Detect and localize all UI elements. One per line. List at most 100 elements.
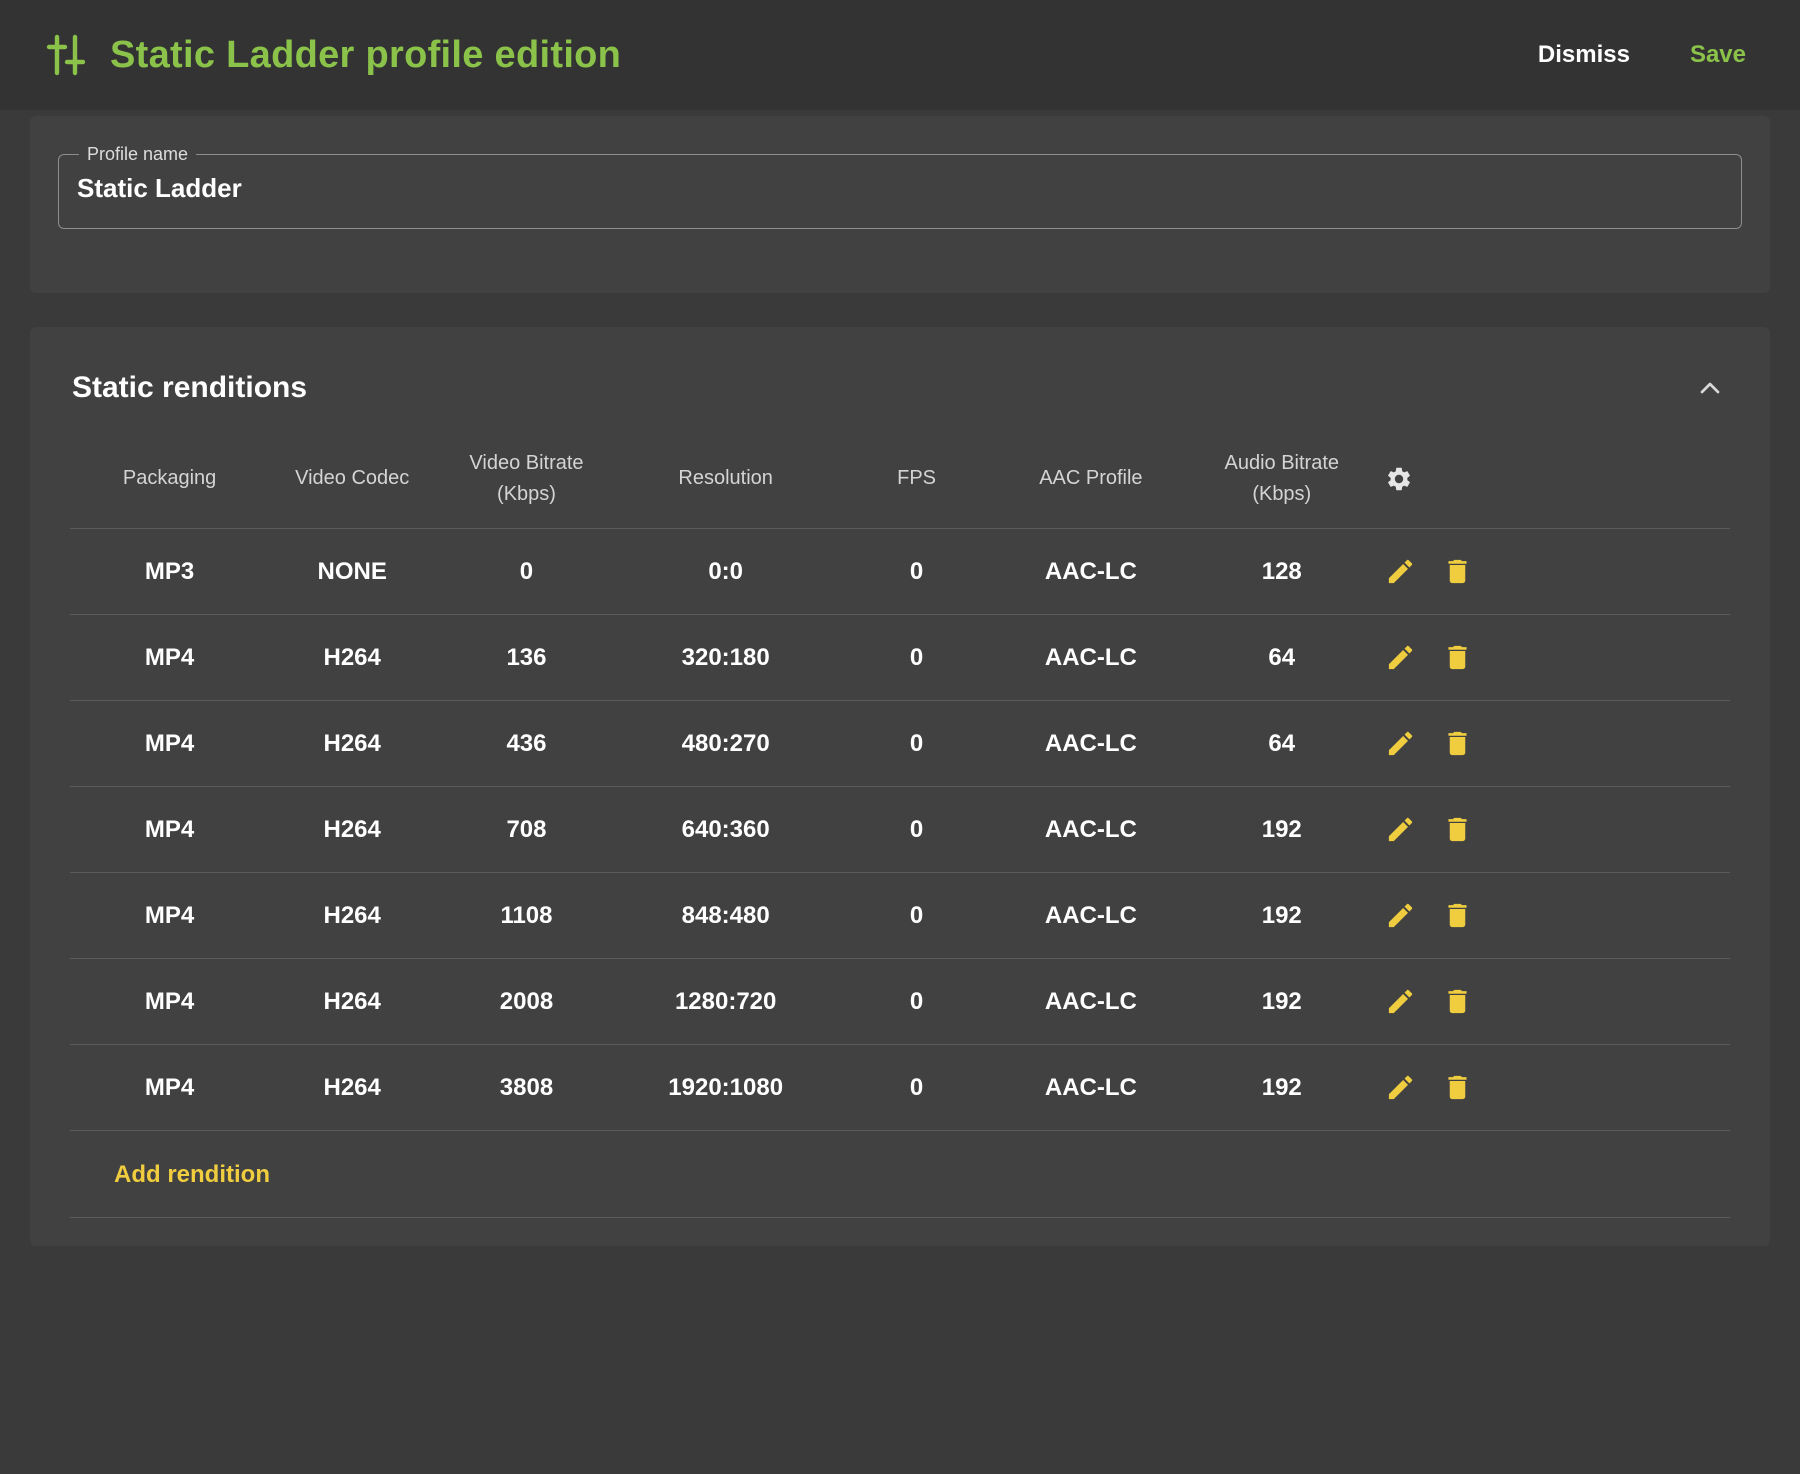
trash-icon [1442, 642, 1473, 673]
trash-icon [1442, 556, 1473, 587]
edit-rendition-button[interactable] [1385, 814, 1416, 845]
renditions-rows: MP3NONE00:00AAC-LC128MP4H264136320:1800A… [70, 529, 1730, 1131]
renditions-card: Static renditions PackagingVideo CodecVi… [30, 327, 1770, 1246]
row-actions [1381, 728, 1730, 759]
row-actions [1381, 986, 1730, 1017]
columns-settings-button[interactable] [1385, 465, 1413, 493]
cell-packaging: MP4 [70, 644, 269, 672]
cell-audio-bitrate: 192 [1182, 902, 1381, 930]
cell-packaging: MP4 [70, 988, 269, 1016]
cell-video-bitrate: 2008 [435, 988, 618, 1016]
cell-video-bitrate: 3808 [435, 1074, 618, 1102]
cell-packaging: MP4 [70, 816, 269, 844]
delete-rendition-button[interactable] [1442, 642, 1473, 673]
edit-rendition-button[interactable] [1385, 728, 1416, 759]
pencil-icon [1385, 728, 1416, 759]
table-row: MP4H26438081920:10800AAC-LC192 [70, 1045, 1730, 1131]
column-header-audio-bitrate: Audio Bitrate(Kbps) [1182, 448, 1381, 510]
cell-resolution: 1920:1080 [618, 1074, 834, 1102]
cell-resolution: 640:360 [618, 816, 834, 844]
cell-audio-bitrate: 128 [1182, 558, 1381, 586]
trash-icon [1442, 728, 1473, 759]
cell-video-codec: H264 [269, 644, 435, 672]
cell-aac-profile: AAC-LC [1000, 1074, 1183, 1102]
cell-video-bitrate: 708 [435, 816, 618, 844]
edit-rendition-button[interactable] [1385, 556, 1416, 587]
collapse-button[interactable] [1694, 371, 1728, 405]
table-footer: Add rendition [70, 1131, 1730, 1218]
cell-aac-profile: AAC-LC [1000, 730, 1183, 758]
row-actions [1381, 556, 1730, 587]
topbar-actions: Dismiss Save [1538, 41, 1758, 69]
profile-card: Profile name [30, 116, 1770, 293]
cell-fps: 0 [834, 988, 1000, 1016]
row-actions [1381, 900, 1730, 931]
cell-packaging: MP4 [70, 730, 269, 758]
cell-video-codec: H264 [269, 730, 435, 758]
cell-resolution: 0:0 [618, 558, 834, 586]
renditions-header: Static renditions [70, 363, 1730, 415]
edit-rendition-button[interactable] [1385, 1072, 1416, 1103]
cell-fps: 0 [834, 902, 1000, 930]
pencil-icon [1385, 1072, 1416, 1103]
column-header-resolution: Resolution [618, 463, 834, 494]
column-header-actions [1381, 465, 1730, 493]
cell-aac-profile: AAC-LC [1000, 902, 1183, 930]
cell-video-codec: H264 [269, 988, 435, 1016]
cell-fps: 0 [834, 558, 1000, 586]
cell-audio-bitrate: 192 [1182, 816, 1381, 844]
delete-rendition-button[interactable] [1442, 1072, 1473, 1103]
profile-name-label: Profile name [79, 144, 196, 165]
cell-video-bitrate: 1108 [435, 902, 618, 930]
cell-video-codec: H264 [269, 816, 435, 844]
table-row: MP4H264436480:2700AAC-LC64 [70, 701, 1730, 787]
edit-rendition-button[interactable] [1385, 642, 1416, 673]
trash-icon [1442, 900, 1473, 931]
cell-video-codec: NONE [269, 558, 435, 586]
page-title: Static Ladder profile edition [110, 34, 1538, 77]
pencil-icon [1385, 814, 1416, 845]
cell-audio-bitrate: 64 [1182, 644, 1381, 672]
renditions-title: Static renditions [72, 371, 307, 405]
edit-rendition-button[interactable] [1385, 900, 1416, 931]
cell-resolution: 848:480 [618, 902, 834, 930]
pencil-icon [1385, 556, 1416, 587]
cell-aac-profile: AAC-LC [1000, 816, 1183, 844]
cell-resolution: 320:180 [618, 644, 834, 672]
pencil-icon [1385, 642, 1416, 673]
edit-rendition-button[interactable] [1385, 986, 1416, 1017]
profile-name-input[interactable] [75, 167, 1725, 220]
cell-fps: 0 [834, 816, 1000, 844]
delete-rendition-button[interactable] [1442, 900, 1473, 931]
cell-resolution: 480:270 [618, 730, 834, 758]
delete-rendition-button[interactable] [1442, 728, 1473, 759]
save-button[interactable]: Save [1690, 41, 1746, 69]
cell-packaging: MP4 [70, 902, 269, 930]
cell-video-codec: H264 [269, 902, 435, 930]
cell-fps: 0 [834, 730, 1000, 758]
add-rendition-button[interactable]: Add rendition [114, 1161, 270, 1189]
delete-rendition-button[interactable] [1442, 814, 1473, 845]
renditions-table: PackagingVideo CodecVideo Bitrate(Kbps)R… [70, 429, 1730, 1218]
column-header-video-codec: Video Codec [269, 463, 435, 494]
content: Profile name Static renditions Packaging… [0, 110, 1800, 1474]
column-header-fps: FPS [834, 463, 1000, 494]
column-header-packaging: Packaging [70, 463, 269, 494]
table-row: MP4H26420081280:7200AAC-LC192 [70, 959, 1730, 1045]
delete-rendition-button[interactable] [1442, 556, 1473, 587]
cell-aac-profile: AAC-LC [1000, 558, 1183, 586]
row-actions [1381, 1072, 1730, 1103]
column-header-video-bitrate: Video Bitrate(Kbps) [435, 448, 618, 510]
page: Static Ladder profile edition Dismiss Sa… [0, 0, 1800, 1474]
topbar: Static Ladder profile edition Dismiss Sa… [0, 0, 1800, 110]
delete-rendition-button[interactable] [1442, 986, 1473, 1017]
table-row: MP4H2641108848:4800AAC-LC192 [70, 873, 1730, 959]
row-actions [1381, 642, 1730, 673]
cell-audio-bitrate: 192 [1182, 988, 1381, 1016]
cell-resolution: 1280:720 [618, 988, 834, 1016]
dismiss-button[interactable]: Dismiss [1538, 41, 1630, 69]
trash-icon [1442, 986, 1473, 1017]
cell-packaging: MP3 [70, 558, 269, 586]
cell-video-bitrate: 0 [435, 558, 618, 586]
table-header-row: PackagingVideo CodecVideo Bitrate(Kbps)R… [70, 429, 1730, 529]
